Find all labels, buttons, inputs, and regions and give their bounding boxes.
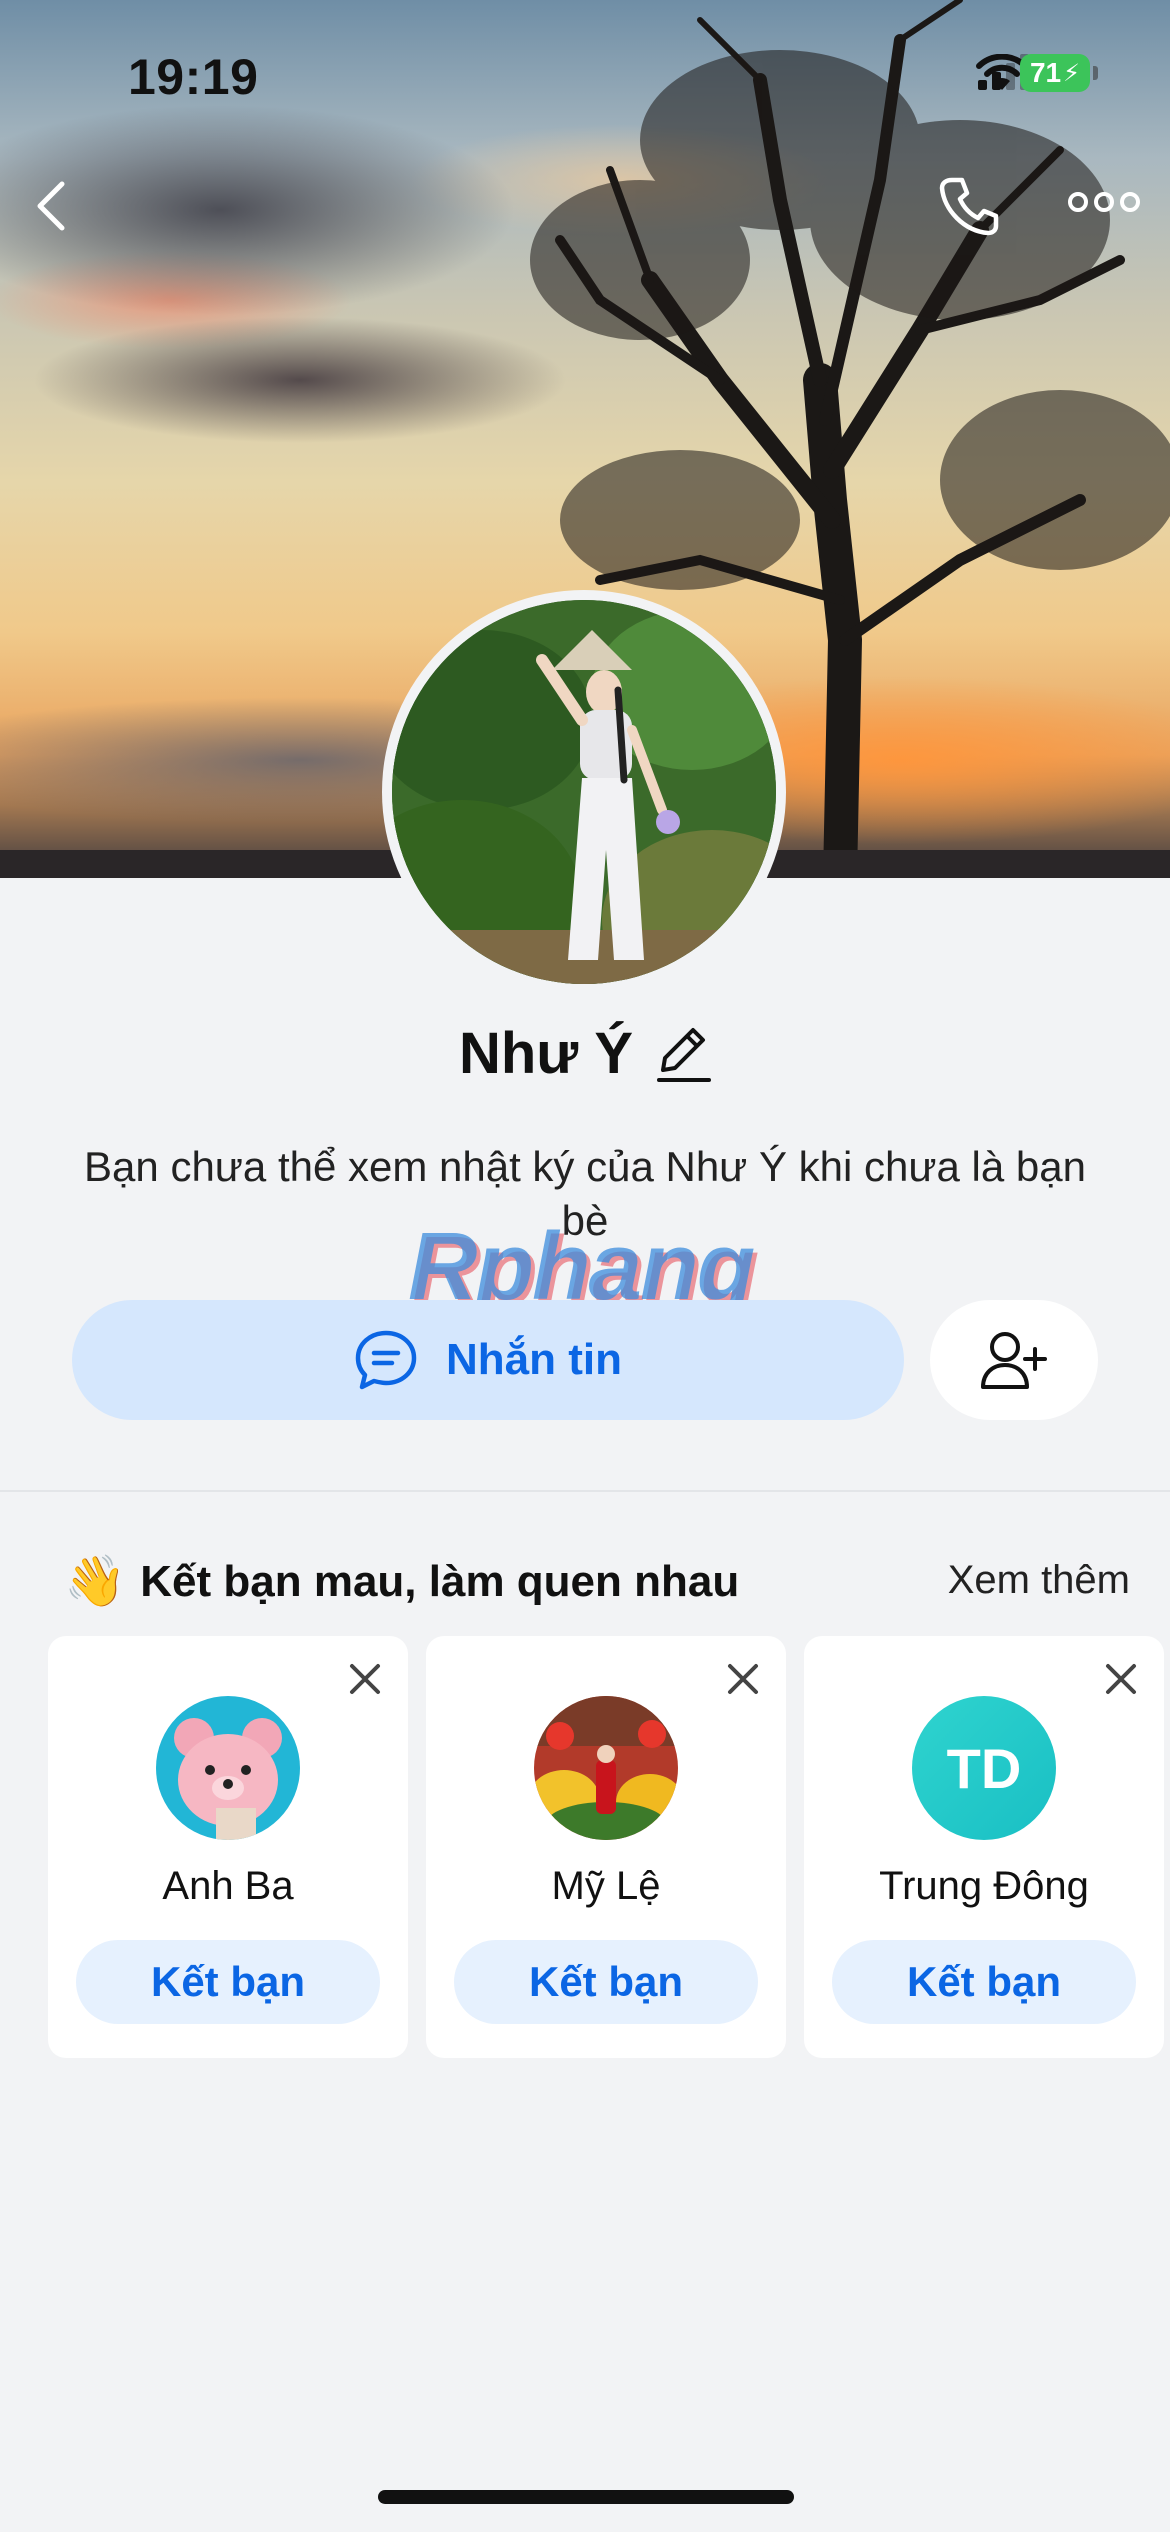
suggestion-avatar[interactable]: TD [912, 1696, 1056, 1840]
profile-name: Như Ý [458, 1021, 634, 1086]
suggestion-avatar[interactable] [156, 1696, 300, 1840]
dismiss-suggestion-button[interactable] [348, 1662, 382, 1701]
add-friend-suggestion-button[interactable]: Kết bạn [76, 1940, 380, 2024]
dismiss-suggestion-button[interactable] [1104, 1662, 1138, 1701]
close-icon [728, 1664, 758, 1694]
add-friend-suggestion-button[interactable]: Kết bạn [454, 1940, 758, 2024]
suggestion-avatar[interactable] [534, 1696, 678, 1840]
battery-icon: 71 ⚡ [1020, 54, 1098, 92]
send-message-label: Nhắn tin [446, 1335, 622, 1384]
suggestion-card[interactable]: TD Trung Đông Kết bạn [804, 1636, 1164, 2058]
home-indicator[interactable] [378, 2490, 794, 2504]
back-button[interactable] [36, 180, 88, 232]
avatar-frame [382, 590, 786, 994]
bear-avatar-image [156, 1696, 300, 1840]
edit-name-button[interactable] [655, 1024, 712, 1084]
battery-level: 71 [1029, 57, 1062, 88]
suggestion-name: Mỹ Lệ [551, 1864, 661, 1908]
profile-screen: 19:19 71 ⚡ Như Ý Bạn chưa thể xem nhật k… [0, 0, 1170, 2532]
suggestions-header: 👋 Kết bạn mau, làm quen nhau [64, 1552, 739, 1611]
add-user-icon [981, 1332, 1047, 1389]
section-divider [0, 1490, 1170, 1492]
call-button[interactable] [938, 176, 1008, 238]
phone-icon [939, 177, 999, 236]
close-icon [350, 1664, 380, 1694]
chat-bubble-icon [355, 1330, 417, 1390]
pencil-icon [657, 1027, 712, 1082]
more-options-button[interactable] [1068, 190, 1144, 220]
status-icons: 71 ⚡ [976, 54, 1098, 92]
status-time: 19:19 [128, 49, 259, 105]
close-icon [1106, 1664, 1136, 1694]
name-row: Như Ý [0, 1020, 1170, 1087]
avatar-initials: TD [912, 1696, 1056, 1840]
chevron-left-icon [37, 181, 65, 231]
suggestion-name: Anh Ba [162, 1864, 294, 1908]
add-friend-button[interactable] [930, 1300, 1098, 1420]
add-friend-suggestion-button[interactable]: Kết bạn [832, 1940, 1136, 2024]
see-more-link[interactable]: Xem thêm [948, 1558, 1130, 1603]
more-horizontal-icon [1068, 192, 1140, 212]
send-message-button[interactable]: Nhắn tin [72, 1300, 904, 1420]
avatar-photo [392, 600, 776, 984]
waving-hand-icon: 👋 [64, 1553, 127, 1609]
flowers-avatar-image [534, 1696, 678, 1840]
suggestion-card[interactable]: Anh Ba Kết bạn [48, 1636, 408, 2058]
suggestion-card[interactable]: Mỹ Lệ Kết bạn [426, 1636, 786, 2058]
suggestions-title: Kết bạn mau, làm quen nhau [140, 1556, 740, 1606]
dismiss-suggestion-button[interactable] [726, 1662, 760, 1701]
suggestion-name: Trung Đông [879, 1864, 1089, 1908]
profile-avatar[interactable] [392, 600, 776, 984]
charging-bolt-icon: ⚡ [1063, 59, 1080, 87]
